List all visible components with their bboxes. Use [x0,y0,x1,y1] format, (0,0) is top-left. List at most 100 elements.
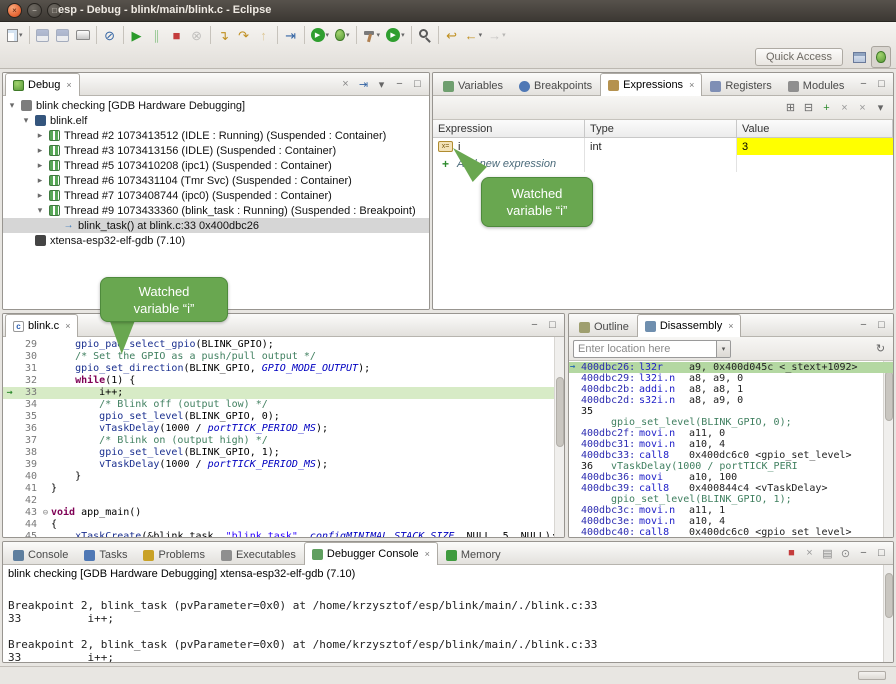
tab-outline[interactable]: Outline [571,316,637,337]
editor-code-line[interactable]: vTaskDelay(1000 / portTICK_PERIOD_MS); [51,459,564,471]
disassembly-row[interactable]: gpio_set_level(BLINK_GPIO, 1); [569,494,893,505]
show-type-names-icon[interactable]: ⊞ [782,99,799,116]
disassembly-listing[interactable]: →400dbc26:l32ra9, 0x400d045c <_stext+109… [569,361,893,537]
terminate-icon[interactable]: ■ [783,545,800,562]
editor-line[interactable]: 39 vTaskDelay(1000 / portTICK_PERIOD_MS)… [3,459,564,471]
save-all-button[interactable] [53,24,73,46]
tab-modules[interactable]: Modules [780,75,853,96]
add-expression-cell[interactable]: + Add new expression [433,155,585,172]
console-scrollbar[interactable] [883,565,893,662]
line-number[interactable]: 32 [16,375,40,387]
editor-line[interactable]: 31 gpio_set_direction(BLINK_GPIO, GPIO_M… [3,363,564,375]
line-number[interactable]: 35 [16,411,40,423]
maximize-icon[interactable]: □ [409,76,426,93]
remove-all-expressions-icon[interactable]: × [854,99,871,116]
refresh-icon[interactable]: ↻ [872,340,889,357]
resume-button[interactable]: ▶ [127,24,147,46]
disassembly-row[interactable]: 400dbc36:movia10, 100 [569,472,893,483]
maximize-icon[interactable]: □ [873,317,890,334]
run-button[interactable]: ▶▾ [308,24,333,46]
scrollbar-thumb[interactable] [885,573,893,618]
view-menu-icon[interactable]: ▾ [872,99,889,116]
editor-code-line[interactable]: void app_main() [51,507,564,519]
editor-code-line[interactable]: gpio_set_direction(BLINK_GPIO, GPIO_MODE… [51,363,564,375]
editor-code-line[interactable]: gpio_set_level(BLINK_GPIO, 1); [51,447,564,459]
tab-problems[interactable]: Problems [135,544,212,565]
tab-debugger-console[interactable]: Debugger Console× [304,542,438,565]
editor-code-line[interactable]: gpio_set_level(BLINK_GPIO, 0); [51,411,564,423]
collapse-arrow-icon[interactable]: ▾ [21,115,31,126]
debug-button[interactable]: ▾ [332,24,353,46]
editor-line[interactable]: 43⊖void app_main() [3,507,564,519]
tab-executables[interactable]: Executables [213,544,304,565]
disassembly-row[interactable]: 400dbc2d:s32i.na8, a9, 0 [569,395,893,406]
line-number[interactable]: 37 [16,435,40,447]
collapse-arrow-icon[interactable]: ▾ [7,100,17,111]
skip-all-breakpoints-button[interactable]: ⊘ [100,24,120,46]
editor-code-line[interactable]: vTaskDelay(1000 / portTICK_PERIOD_MS); [51,423,564,435]
line-number[interactable]: 34 [16,399,40,411]
debug-tree-item[interactable]: ▾blink.elf [3,113,429,128]
debug-tree-item[interactable]: ▾blink checking [GDB Hardware Debugging] [3,98,429,113]
minimize-icon[interactable]: − [526,317,543,334]
remove-launch-icon[interactable]: × [801,545,818,562]
tab-close-icon[interactable]: × [65,321,70,331]
tab-variables[interactable]: Variables [435,75,511,96]
window-minimize-button[interactable]: − [27,3,42,18]
editor-code-line[interactable]: while(1) { [51,375,564,387]
debug-tree-item[interactable]: ▸Thread #2 1073413512 (IDLE : Running) (… [3,128,429,143]
maximize-icon[interactable]: □ [873,545,890,562]
combo-dropdown-icon[interactable]: ▾ [716,341,730,357]
tab-debug[interactable]: Debug× [5,73,80,96]
suspend-button[interactable]: ∥ [147,24,167,46]
line-number[interactable]: 40 [16,471,40,483]
editor-code-line[interactable]: /* Blink off (output low) */ [51,399,564,411]
editor-code-line[interactable]: xTaskCreate(&blink_task, "blink_task", c… [51,531,564,537]
minimize-icon[interactable]: − [855,317,872,334]
debug-tree-item[interactable]: ▸Thread #3 1073413156 (IDLE) (Suspended … [3,143,429,158]
resize-grip[interactable] [858,671,886,680]
editor-line[interactable]: 34 /* Blink off (output low) */ [3,399,564,411]
debug-perspective-button[interactable] [871,46,891,68]
disassembly-row[interactable]: →400dbc26:l32ra9, 0x400d045c <_stext+109… [569,362,893,373]
step-return-button[interactable]: ↑ [254,24,274,46]
editor-code-line[interactable]: { [51,519,564,531]
line-number[interactable]: 36 [16,423,40,435]
step-into-button[interactable]: ↴ [214,24,234,46]
editor-code-line[interactable]: } [51,483,564,495]
disassembly-row[interactable]: 400dbc2f:movi.na11, 0 [569,428,893,439]
editor-line[interactable]: 32 while(1) { [3,375,564,387]
scrollbar-thumb[interactable] [556,377,564,447]
location-combo[interactable]: Enter location here ▾ [573,340,731,358]
expression-row[interactable]: i int 3 [433,138,893,155]
line-number[interactable]: 38 [16,447,40,459]
editor-line[interactable]: 37 /* Blink on (output high) */ [3,435,564,447]
console-output[interactable]: blink checking [GDB Hardware Debugging] … [3,565,893,662]
tab-disassembly[interactable]: Disassembly× [637,314,742,337]
column-header-expression[interactable]: Expression [433,120,585,137]
collapse-arrow-icon[interactable]: ▾ [35,205,45,216]
remove-all-terminated-icon[interactable]: × [337,76,354,93]
tab-console[interactable]: Console [5,544,76,565]
minimize-icon[interactable]: − [855,545,872,562]
clear-console-icon[interactable]: ▤ [819,545,836,562]
line-number[interactable]: 42 [16,495,40,507]
collapse-all-icon[interactable]: ⊟ [800,99,817,116]
editor-code-line[interactable] [51,495,564,507]
save-button[interactable] [33,24,53,46]
tab-close-icon[interactable]: × [728,321,733,331]
back-button[interactable]: ←▾ [462,24,486,46]
expand-arrow-icon[interactable]: ▸ [35,160,45,171]
debug-tree-item[interactable]: ▸Thread #7 1073408744 (ipc0) (Suspended … [3,188,429,203]
editor-code-line[interactable]: /* Set the GPIO as a push/pull output */ [51,351,564,363]
expression-type-cell[interactable]: int [585,138,737,155]
editor-line[interactable]: 40 } [3,471,564,483]
editor-code-line[interactable]: } [51,471,564,483]
tab-close-icon[interactable]: × [66,80,71,90]
tab-expressions[interactable]: Expressions× [600,73,702,96]
line-number[interactable]: 30 [16,351,40,363]
line-number[interactable]: 41 [16,483,40,495]
fold-collapse-icon[interactable]: ⊖ [40,507,51,519]
external-tools-button[interactable]: ▶▾ [383,24,408,46]
disassembly-row[interactable]: 400dbc31:movi.na10, 4 [569,439,893,450]
